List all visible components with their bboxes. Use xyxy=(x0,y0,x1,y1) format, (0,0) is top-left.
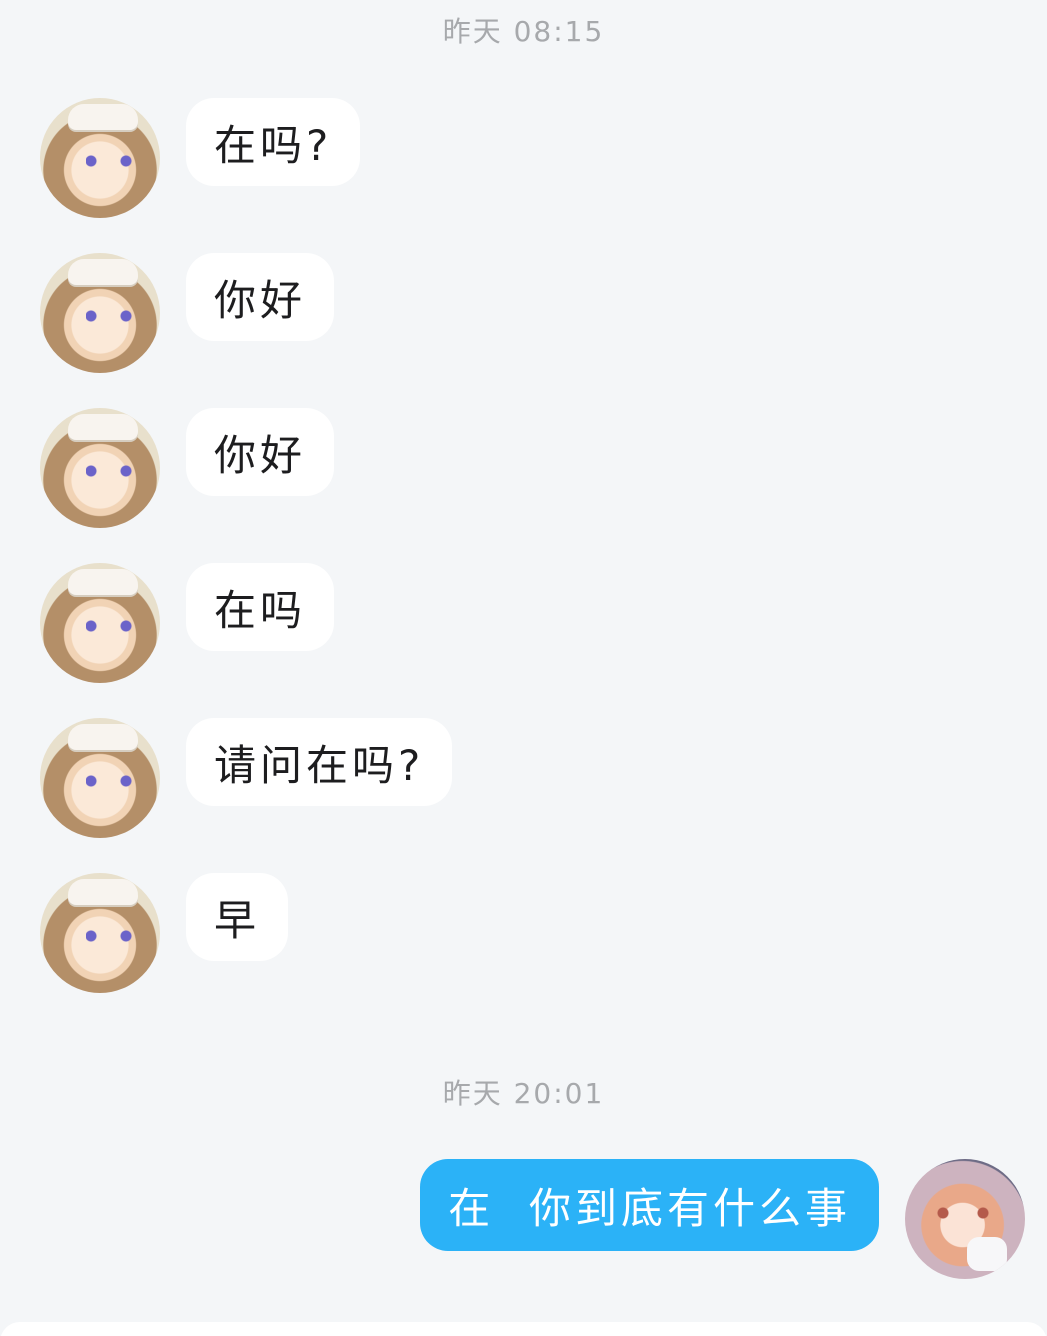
incoming-message: 你好 xyxy=(40,253,335,373)
message-bubble[interactable]: 早 xyxy=(186,873,289,961)
incoming-message: 你好 xyxy=(40,408,335,528)
input-bar-edge xyxy=(0,1322,1047,1336)
message-bubble[interactable]: 你好 xyxy=(186,253,335,341)
message-bubble[interactable]: 在吗? xyxy=(186,98,361,186)
chat-window: 昨天 08:15 在吗? 你好 你好 在吗 请问在吗? 早 昨天 20:01 在… xyxy=(0,0,1047,1336)
my-avatar[interactable] xyxy=(905,1159,1025,1279)
contact-avatar[interactable] xyxy=(40,98,160,218)
incoming-message: 早 xyxy=(40,873,289,993)
contact-avatar[interactable] xyxy=(40,253,160,373)
message-bubble[interactable]: 在吗 xyxy=(186,563,335,651)
incoming-message: 请问在吗? xyxy=(40,718,453,838)
message-bubble[interactable]: 你好 xyxy=(186,408,335,496)
message-bubble[interactable]: 在 你到底有什么事 xyxy=(420,1159,879,1251)
contact-avatar[interactable] xyxy=(40,718,160,838)
incoming-message: 在吗 xyxy=(40,563,335,683)
contact-avatar[interactable] xyxy=(40,408,160,528)
timestamp: 昨天 08:15 xyxy=(442,15,605,48)
contact-avatar[interactable] xyxy=(40,873,160,993)
outgoing-message: 在 你到底有什么事 xyxy=(420,1159,1025,1279)
message-bubble[interactable]: 请问在吗? xyxy=(186,718,453,806)
timestamp: 昨天 20:01 xyxy=(442,1077,605,1110)
contact-avatar[interactable] xyxy=(40,563,160,683)
incoming-message: 在吗? xyxy=(40,98,361,218)
